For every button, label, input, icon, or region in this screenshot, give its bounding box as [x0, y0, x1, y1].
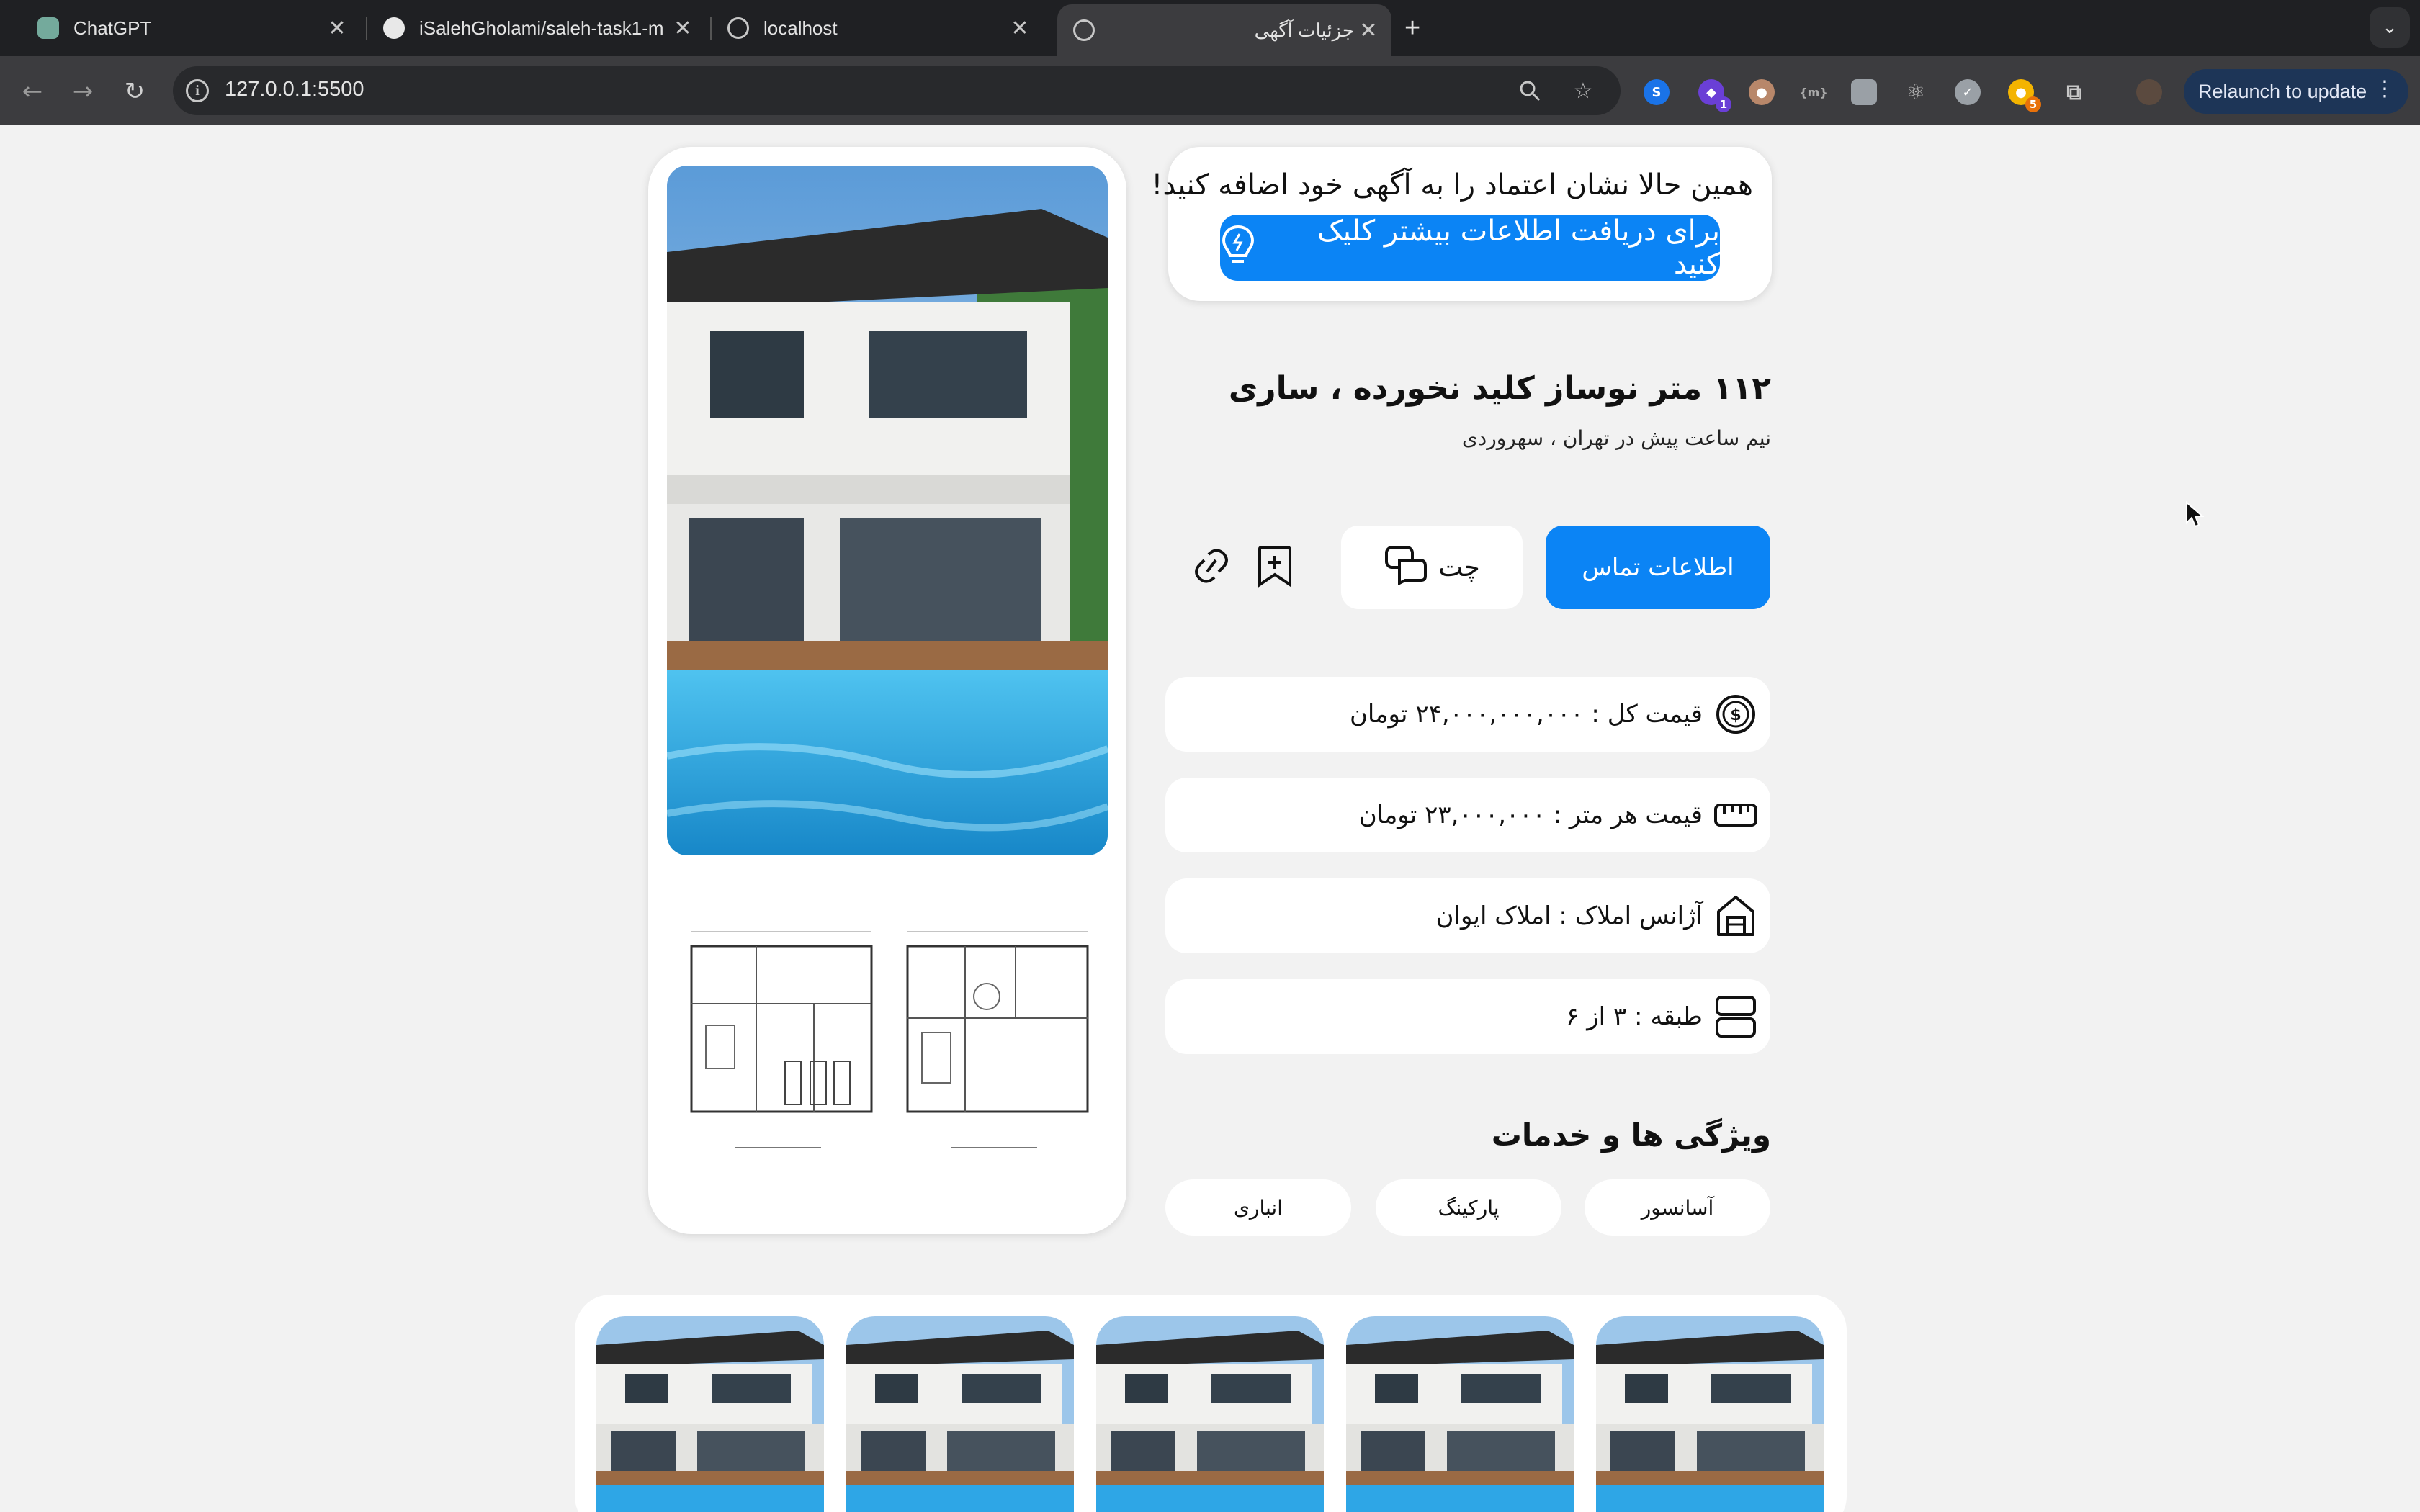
extension-icon[interactable]: ● — [1749, 79, 1775, 105]
layers-icon — [1713, 994, 1759, 1040]
bookmark-add-icon — [1255, 544, 1294, 590]
feature-chip-storage: انباری — [1165, 1179, 1351, 1236]
features-title: ویژگی ها و خدمات — [1491, 1117, 1771, 1153]
avatar[interactable] — [2136, 79, 2162, 105]
new-tab-button[interactable]: + — [1404, 13, 1420, 44]
puzzle-icon[interactable]: ⧉ — [2061, 79, 2087, 105]
promo-button-label: برای دریافت اطلاعات بیشتر کلیک کنید — [1317, 215, 1720, 281]
total-price-text: قیمت کل : ۲۴,۰۰۰,۰۰۰,۰۰۰ تومان — [1349, 700, 1703, 729]
floor-plan-image[interactable] — [677, 917, 886, 1169]
gallery-thumbnail[interactable] — [846, 1316, 1074, 1512]
listing-location-time: نیم ساعت پیش در تهران ، سهروردی — [1461, 426, 1771, 450]
photo-gallery — [575, 1295, 1847, 1512]
extension-badge: 5 — [2025, 96, 2041, 112]
tab-search-button[interactable]: ⌄ — [2370, 7, 2410, 48]
floor-row: طبقه : ۳ از ۶ — [1165, 979, 1770, 1054]
chatgpt-icon — [37, 17, 59, 39]
more-vert-icon[interactable]: ⋮ — [2374, 76, 2396, 102]
gallery-thumbnail[interactable] — [1596, 1316, 1824, 1512]
tab-github[interactable]: iSalehGholami/saleh-task1-m ✕ — [367, 7, 706, 49]
price-per-meter-row: قیمت هر متر : ۲۳,۰۰۰,۰۰۰ تومان — [1165, 778, 1770, 852]
reload-icon: ↻ — [124, 77, 145, 106]
check-icon[interactable]: ✓ — [1955, 79, 1981, 105]
floor-plan-image[interactable] — [893, 917, 1102, 1169]
extension-icon[interactable]: ● 5 — [2008, 79, 2041, 112]
agency-row: آژانس املاک : املاک ایوان — [1165, 878, 1770, 953]
bookmark-add-button[interactable] — [1250, 543, 1299, 592]
zoom-icon[interactable] — [1515, 76, 1544, 105]
page-content: همین حالا نشان اعتماد را به آگهی خود اضا… — [0, 125, 2420, 1512]
feature-chip-elevator: آسانسور — [1585, 1179, 1770, 1236]
lightbulb-icon — [1220, 224, 1256, 271]
address-bar[interactable]: i 127.0.0.1:5500 ☆ — [173, 66, 1621, 115]
extension-icon[interactable]: S — [1644, 79, 1670, 105]
bookmark-star-icon[interactable]: ☆ — [1569, 76, 1597, 105]
tab-ad-details[interactable]: جزئیات آگهی ✕ — [1057, 4, 1392, 56]
main-photo[interactable] — [667, 166, 1108, 855]
arrow-right-icon: → — [72, 77, 94, 106]
floor-text: طبقه : ۳ از ۶ — [1566, 1002, 1703, 1031]
tab-title: iSalehGholami/saleh-task1-m — [419, 17, 664, 39]
gallery-thumbnail[interactable] — [596, 1316, 824, 1512]
reload-button[interactable]: ↻ — [117, 73, 153, 109]
tab-title: localhost — [763, 17, 838, 39]
globe-icon — [727, 17, 749, 39]
share-link-button[interactable] — [1187, 543, 1236, 592]
garage-home-icon — [1713, 893, 1759, 939]
site-info-icon[interactable]: i — [186, 79, 209, 102]
promo-more-info-button[interactable]: برای دریافت اطلاعات بیشتر کلیک کنید — [1220, 215, 1720, 281]
trust-badge-promo: همین حالا نشان اعتماد را به آگهی خود اضا… — [1151, 147, 1772, 301]
shield-icon[interactable] — [1851, 79, 1877, 105]
tab-title: ChatGPT — [73, 17, 152, 39]
price-per-meter-text: قیمت هر متر : ۲۳,۰۰۰,۰۰۰ تومان — [1358, 801, 1703, 829]
github-icon — [383, 17, 405, 39]
url-text[interactable]: 127.0.0.1:5500 — [225, 78, 364, 102]
tab-title: جزئیات آگهی — [1254, 19, 1354, 41]
agency-text: آژانس املاک : املاک ایوان — [1435, 901, 1703, 930]
extension-badge: 1 — [1716, 96, 1731, 112]
relaunch-label: Relaunch to update — [2198, 80, 2367, 102]
gallery-thumbnail[interactable] — [1346, 1316, 1574, 1512]
svg-text:$: $ — [1730, 706, 1741, 724]
tab-chatgpt[interactable]: ChatGPT ✕ — [22, 7, 360, 49]
react-icon[interactable]: ⚛ — [1903, 79, 1929, 105]
image-card — [648, 147, 1126, 1234]
total-price-row: $ قیمت کل : ۲۴,۰۰۰,۰۰۰,۰۰۰ تومان — [1165, 677, 1770, 752]
tab-localhost[interactable]: localhost ✕ — [712, 7, 1043, 49]
dollar-coin-icon: $ — [1713, 691, 1759, 737]
listing-title: ۱۱۲ متر نوساز کلید نخورده ، ساری — [1228, 370, 1771, 407]
contact-info-button[interactable]: اطلاعات تماس — [1546, 526, 1770, 609]
close-icon[interactable]: ✕ — [1005, 16, 1034, 41]
ruler-icon — [1713, 792, 1759, 838]
arrow-left-icon: ← — [22, 77, 43, 106]
chat-label: چت — [1438, 552, 1480, 582]
browser-tab-bar: ChatGPT ✕ iSalehGholami/saleh-task1-m ✕ … — [0, 0, 2420, 56]
close-icon[interactable]: ✕ — [1354, 18, 1383, 43]
back-button[interactable]: ← — [14, 73, 50, 109]
chat-bubbles-icon — [1384, 544, 1428, 591]
forward-button[interactable]: → — [65, 73, 101, 109]
close-icon[interactable]: ✕ — [668, 16, 697, 41]
close-icon[interactable]: ✕ — [323, 16, 351, 41]
chat-button[interactable]: چت — [1341, 526, 1523, 609]
feature-chip-parking: پارکینگ — [1376, 1179, 1561, 1236]
browser-toolbar: ← → ↻ i 127.0.0.1:5500 ☆ S ◆ 1 ● {m} ⚛ ✓ … — [0, 56, 2420, 125]
globe-icon — [1073, 19, 1095, 41]
relaunch-button[interactable]: Relaunch to update ⋮ — [2184, 69, 2408, 114]
extension-icon[interactable]: {m} — [1799, 79, 1827, 105]
chevron-down-icon: ⌄ — [2382, 17, 2398, 38]
gallery-thumbnail[interactable] — [1096, 1316, 1324, 1512]
link-icon — [1191, 544, 1232, 590]
mouse-cursor-icon — [2186, 501, 2204, 528]
extension-icon[interactable]: ◆ 1 — [1698, 79, 1731, 112]
promo-title: همین حالا نشان اعتماد را به آگهی خود اضا… — [1151, 168, 1753, 202]
